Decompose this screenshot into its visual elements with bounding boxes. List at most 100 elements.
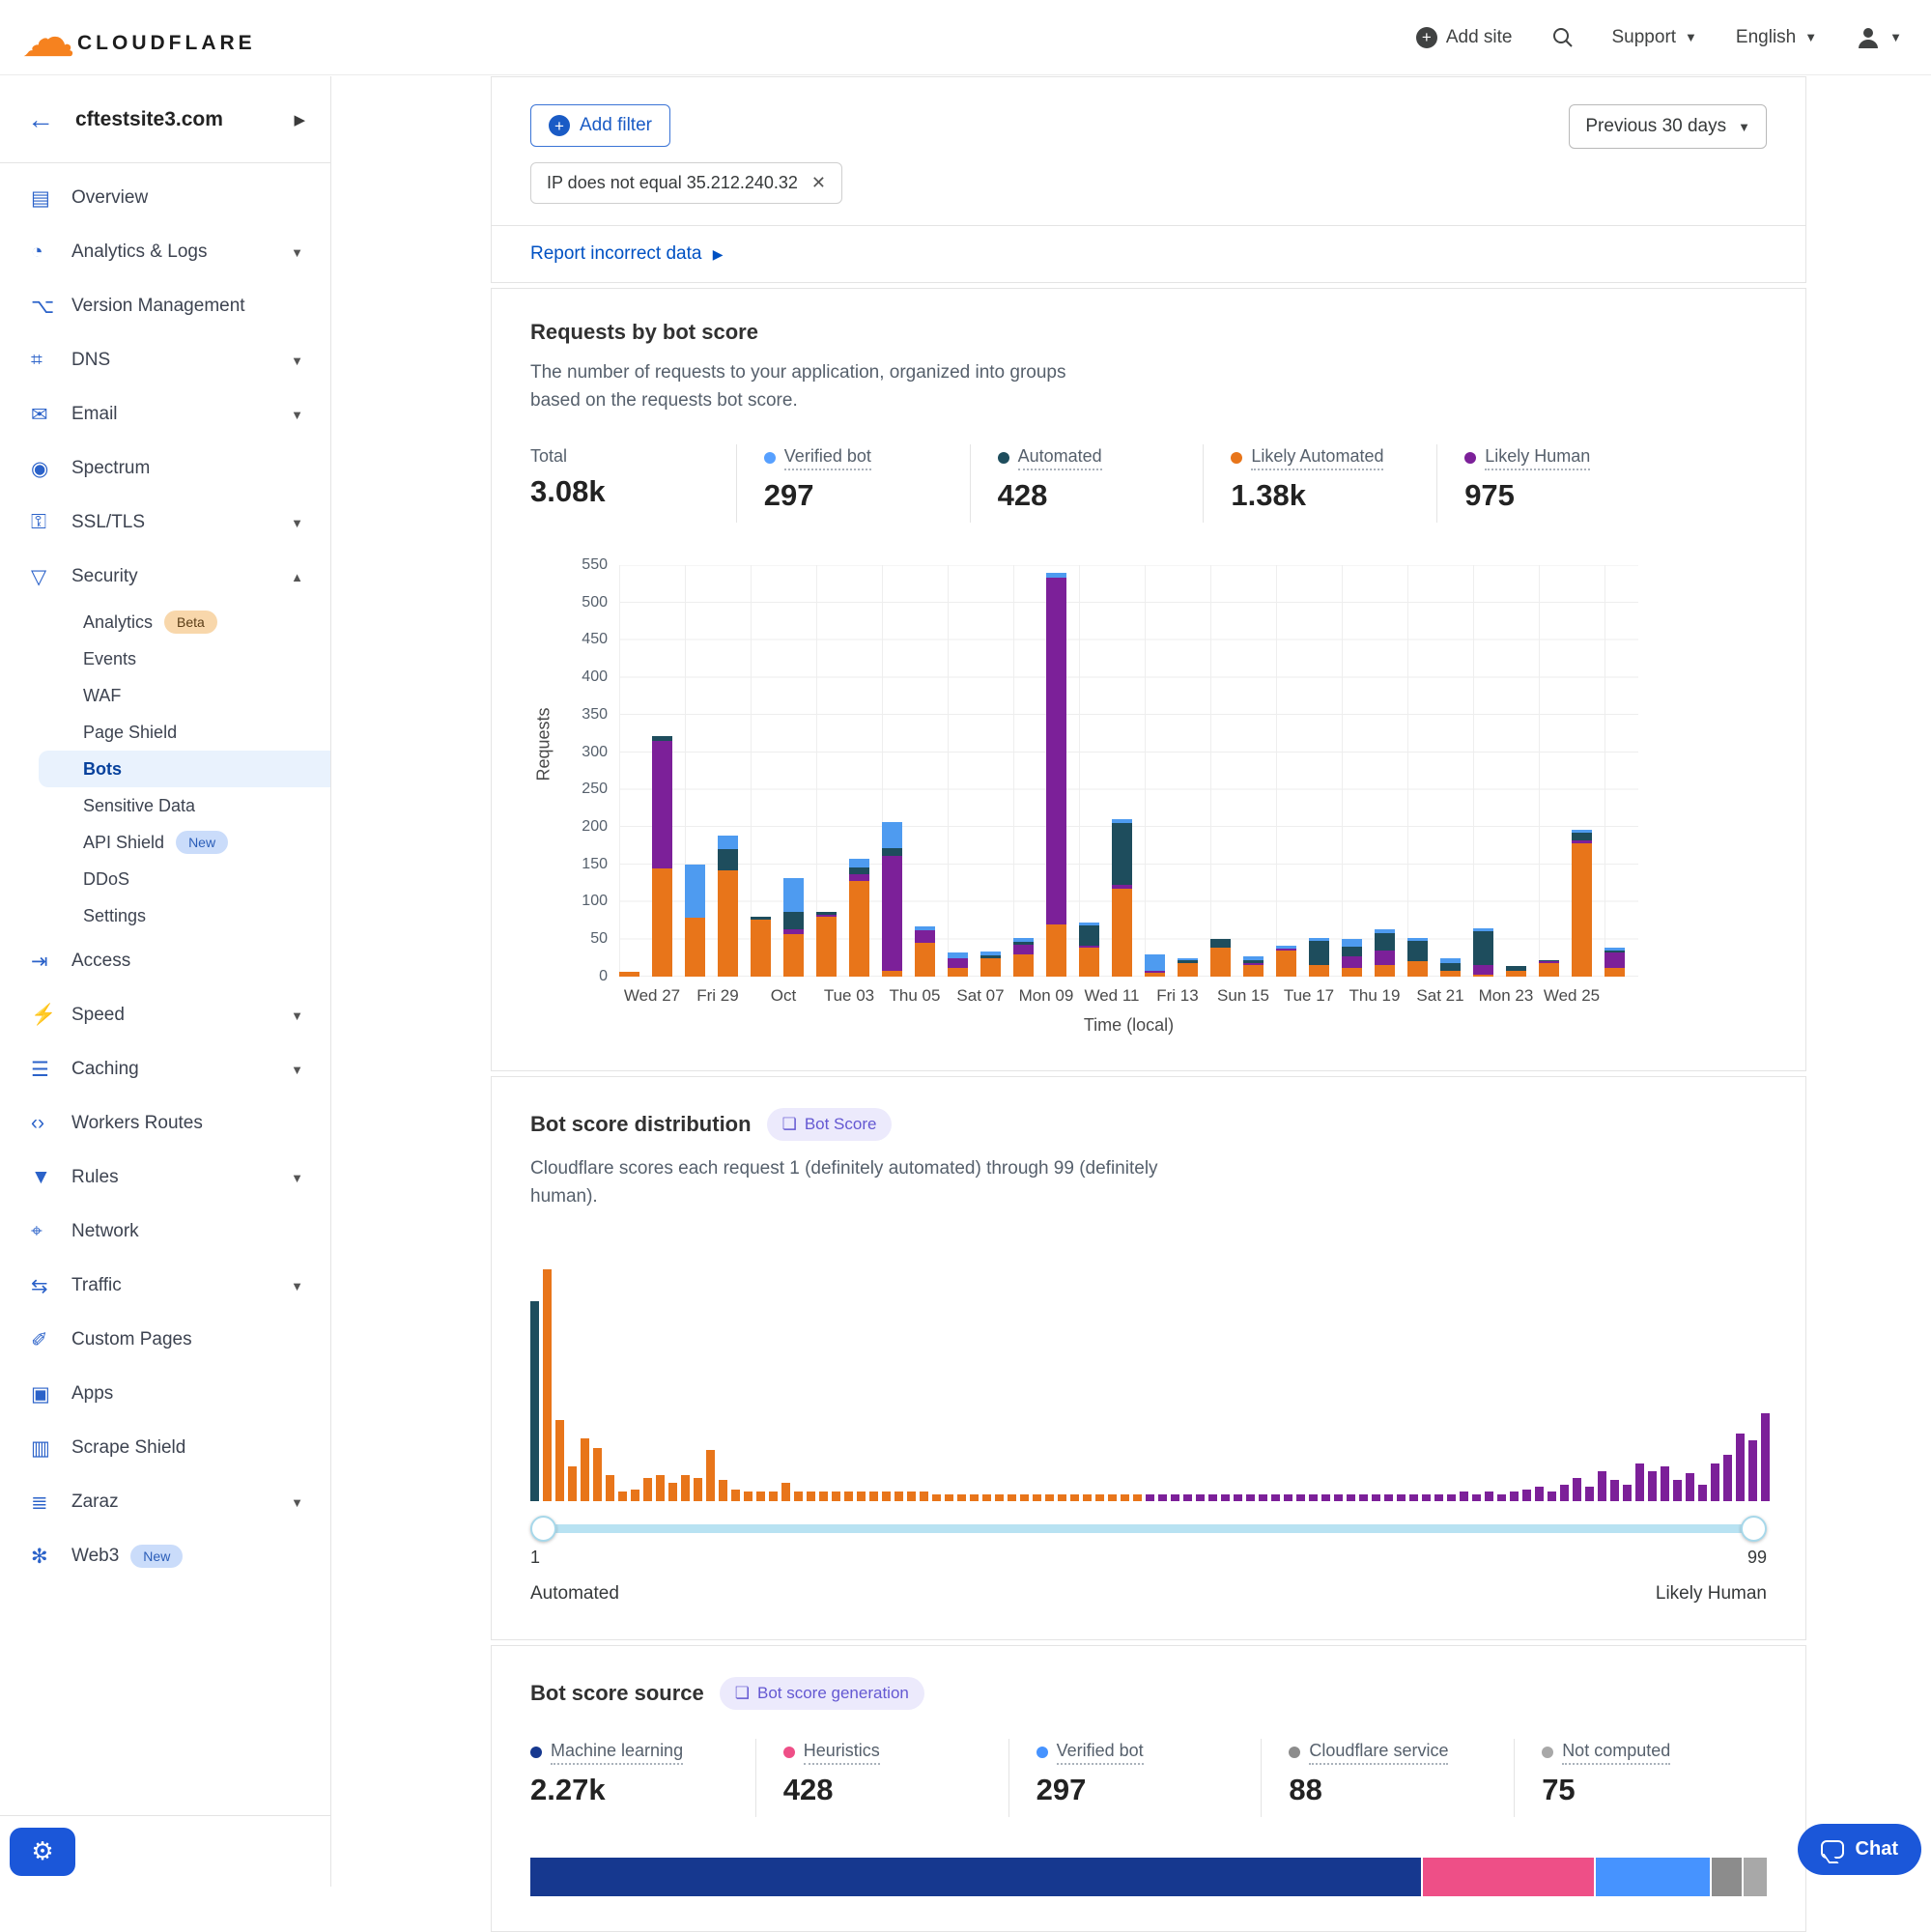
sidebar-subitem-settings[interactable]: Settings	[0, 897, 330, 934]
sidebar-item-traffic[interactable]: ⇆Traffic▼	[0, 1259, 330, 1313]
histogram-bar-score-59[interactable]	[1259, 1494, 1267, 1501]
chart-bar[interactable]	[718, 836, 738, 977]
histogram-bar-score-12[interactable]	[668, 1483, 677, 1501]
histogram-bar-score-91[interactable]	[1661, 1466, 1669, 1501]
search-button[interactable]	[1551, 26, 1574, 48]
chart-bar[interactable]	[1079, 923, 1099, 977]
chart-bar[interactable]	[685, 865, 705, 977]
chart-bar[interactable]	[1145, 954, 1165, 977]
sidebar-item-apps[interactable]: ▣Apps	[0, 1367, 330, 1421]
sidebar-subitem-api-shield[interactable]: API ShieldNew	[0, 824, 330, 861]
chart-bar[interactable]	[980, 952, 1001, 977]
chart-bar[interactable]	[1342, 939, 1362, 977]
date-range-select[interactable]: Previous 30 days ▼	[1569, 104, 1767, 149]
sidebar-item-email[interactable]: ✉Email▼	[0, 387, 330, 441]
histogram-bar-score-8[interactable]	[618, 1492, 627, 1501]
support-menu[interactable]: Support ▼	[1612, 27, 1697, 48]
chart-bar[interactable]	[1407, 938, 1428, 977]
add-site-button[interactable]: + Add site	[1416, 27, 1513, 48]
histogram-bar-score-40[interactable]	[1020, 1494, 1029, 1501]
histogram-bar-score-23[interactable]	[807, 1492, 815, 1501]
chart-bar[interactable]	[1178, 958, 1198, 977]
histogram-bar-score-26[interactable]	[844, 1492, 853, 1501]
histogram-bar-score-47[interactable]	[1108, 1494, 1117, 1501]
sidebar-subitem-sensitive-data[interactable]: Sensitive Data	[0, 787, 330, 824]
histogram-bar-score-30[interactable]	[895, 1492, 903, 1501]
histogram-bar-score-21[interactable]	[781, 1483, 790, 1501]
collapse-sidebar-button[interactable]: Collapse sidebar	[70, 1841, 209, 1862]
histogram-bar-score-45[interactable]	[1083, 1494, 1092, 1501]
histogram-bar-score-65[interactable]	[1334, 1494, 1343, 1501]
chart-bar[interactable]	[1604, 948, 1625, 976]
histogram-bar-score-99[interactable]	[1761, 1413, 1770, 1501]
histogram-bar-score-44[interactable]	[1070, 1494, 1079, 1501]
chart-bar[interactable]	[816, 912, 837, 977]
sidebar-item-zaraz[interactable]: ≣Zaraz▼	[0, 1475, 330, 1529]
histogram-bar-score-5[interactable]	[581, 1438, 589, 1501]
sidebar-item-analytics-logs[interactable]: ◔Analytics & Logs▼	[0, 225, 330, 279]
chart-bar[interactable]	[948, 952, 968, 977]
histogram-bar-score-75[interactable]	[1460, 1492, 1468, 1501]
chat-button[interactable]: Chat	[1798, 1824, 1921, 1875]
histogram-bar-score-89[interactable]	[1635, 1463, 1644, 1500]
histogram-bar-score-85[interactable]	[1585, 1487, 1594, 1500]
histogram-bar-score-11[interactable]	[656, 1475, 665, 1500]
histogram-bar-score-57[interactable]	[1234, 1494, 1242, 1501]
histogram-bar-score-63[interactable]	[1309, 1494, 1318, 1501]
histogram-bar-score-87[interactable]	[1610, 1480, 1619, 1501]
histogram-bar-score-53[interactable]	[1183, 1494, 1192, 1501]
histogram-bar-score-6[interactable]	[593, 1448, 602, 1501]
histogram-bar-score-16[interactable]	[719, 1480, 727, 1501]
histogram-bar-score-54[interactable]	[1196, 1494, 1205, 1501]
close-icon[interactable]: ✕	[811, 173, 826, 193]
sidebar-item-scrape-shield[interactable]: ▥Scrape Shield	[0, 1421, 330, 1475]
chart-bar[interactable]	[1506, 966, 1526, 977]
histogram-bar-score-58[interactable]	[1246, 1494, 1255, 1501]
histogram-bar-score-27[interactable]	[857, 1492, 866, 1501]
histogram-bar-score-95[interactable]	[1711, 1463, 1719, 1500]
histogram-bar-score-94[interactable]	[1698, 1485, 1707, 1501]
slider-handle-min[interactable]	[530, 1516, 556, 1542]
chart-bar[interactable]	[1473, 928, 1493, 977]
histogram-bar-score-77[interactable]	[1485, 1492, 1493, 1501]
account-menu[interactable]: ▼	[1856, 25, 1902, 50]
cloudflare-logo[interactable]: ☁ CLOUDFLARE	[21, 18, 256, 57]
site-selector[interactable]: ← cftestsite3.com ▶	[0, 76, 330, 163]
histogram-bar-score-43[interactable]	[1058, 1494, 1066, 1501]
histogram-bar-score-3[interactable]	[555, 1420, 564, 1501]
histogram-bar-score-51[interactable]	[1158, 1494, 1167, 1501]
sidebar-item-custom-pages[interactable]: ✐Custom Pages	[0, 1313, 330, 1367]
histogram-bar-score-36[interactable]	[970, 1494, 979, 1501]
sidebar-item-security[interactable]: ▽Security▲	[0, 550, 330, 604]
histogram-bar-score-80[interactable]	[1522, 1490, 1531, 1501]
bot-score-generation-badge[interactable]: ❏ Bot score generation	[720, 1677, 924, 1710]
histogram-bar-score-37[interactable]	[982, 1494, 991, 1501]
histogram-bar-score-28[interactable]	[869, 1492, 878, 1501]
chart-bar[interactable]	[1013, 938, 1034, 977]
histogram-bar-score-46[interactable]	[1095, 1494, 1104, 1501]
histogram-bar-score-98[interactable]	[1748, 1440, 1757, 1500]
chart-bar[interactable]	[1210, 939, 1231, 977]
sidebar-item-ssl-tls[interactable]: ⚿SSL/TLS▼	[0, 496, 330, 550]
histogram-bar-score-35[interactable]	[957, 1494, 966, 1501]
chart-bar[interactable]	[1046, 573, 1066, 977]
histogram-bar-score-42[interactable]	[1045, 1494, 1054, 1501]
histogram-bar-score-25[interactable]	[832, 1492, 840, 1501]
histogram-bar-score-7[interactable]	[606, 1475, 614, 1500]
histogram-bar-score-55[interactable]	[1208, 1494, 1217, 1501]
histogram-bar-score-68[interactable]	[1372, 1494, 1380, 1501]
bot-score-badge[interactable]: ❏ Bot Score	[767, 1108, 893, 1141]
chart-bar[interactable]	[1440, 958, 1461, 977]
histogram-bar-score-60[interactable]	[1271, 1494, 1280, 1501]
sidebar-item-speed[interactable]: ⚡Speed▼	[0, 988, 330, 1042]
histogram-bar-score-52[interactable]	[1171, 1494, 1179, 1501]
sidebar-subitem-events[interactable]: Events	[0, 640, 330, 677]
add-filter-button[interactable]: + Add filter	[530, 104, 670, 147]
histogram-bar-score-90[interactable]	[1648, 1471, 1657, 1501]
histogram-bar-score-70[interactable]	[1397, 1494, 1406, 1501]
chart-bar[interactable]	[849, 859, 869, 977]
histogram-bar-score-61[interactable]	[1284, 1494, 1292, 1501]
sidebar-subitem-ddos[interactable]: DDoS	[0, 861, 330, 897]
chart-bar[interactable]	[1375, 929, 1395, 977]
histogram-bar-score-32[interactable]	[920, 1492, 928, 1501]
